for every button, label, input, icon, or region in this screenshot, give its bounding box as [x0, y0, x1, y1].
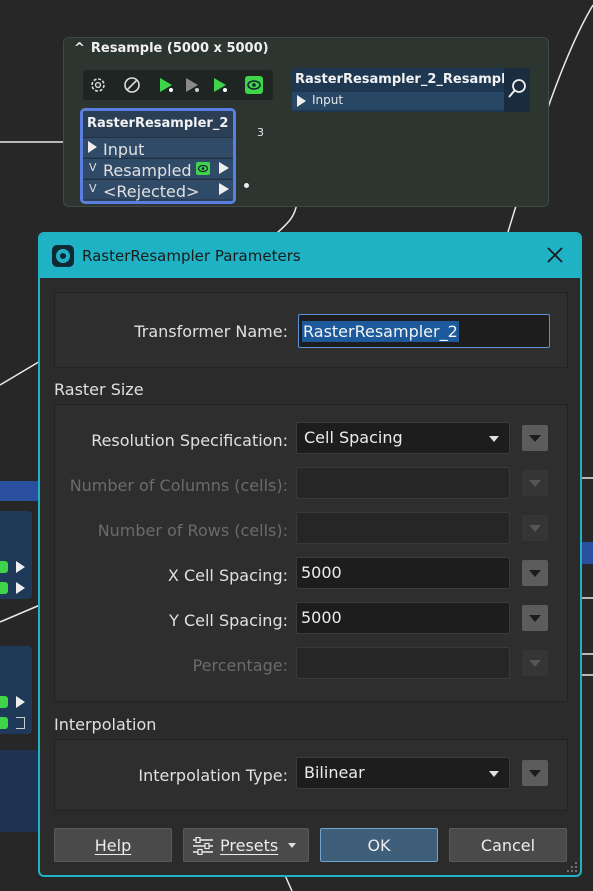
input-port-arrow-icon: [88, 141, 97, 153]
output-port-arrow-icon[interactable]: [219, 183, 229, 195]
interpolation-type-menu-button[interactable]: [522, 760, 548, 786]
chevron-down-icon: [529, 615, 541, 622]
collapse-chevron-icon[interactable]: ^: [74, 41, 85, 56]
resize-grip-icon[interactable]: [566, 861, 578, 873]
preview-eye-icon[interactable]: [0, 561, 8, 573]
close-icon[interactable]: [544, 244, 566, 266]
output-port-outline-icon[interactable]: [16, 717, 25, 729]
writer-rasterresampler-resampled[interactable]: RasterResampler_2_Resampled Input: [292, 68, 530, 112]
y-cell-spacing-input[interactable]: 5000: [296, 602, 510, 634]
rasterresampler-parameters-dialog: RasterResampler Parameters Transformer N…: [38, 232, 582, 877]
left-node-footer: [0, 750, 40, 832]
magnifier-icon: [508, 79, 526, 98]
num-rows-menu-button[interactable]: [522, 515, 548, 541]
interpolation-type-label: Interpolation Type:: [138, 766, 288, 785]
preview-eye-icon[interactable]: [0, 696, 8, 708]
output-port-icon[interactable]: [16, 582, 25, 594]
preview-eye-icon[interactable]: [196, 162, 210, 175]
cancel-button[interactable]: Cancel: [449, 828, 567, 862]
percentage-label: Percentage:: [192, 656, 288, 675]
run-between-icon[interactable]: [211, 76, 229, 94]
help-button[interactable]: Help: [54, 828, 172, 862]
output-port-arrow-icon[interactable]: [219, 162, 229, 174]
ok-button[interactable]: OK: [320, 828, 438, 862]
run-from-this-icon[interactable]: [183, 76, 201, 94]
chevron-down-icon: [529, 525, 541, 532]
feature-count-label[interactable]: 3: [257, 126, 264, 139]
y-cell-spacing-label: Y Cell Spacing:: [169, 611, 288, 630]
transformer-name-input[interactable]: RasterResampler_2: [298, 314, 550, 348]
dropdown-arrow-icon: [489, 771, 499, 777]
output-port-icon[interactable]: [16, 696, 25, 708]
left-node-2[interactable]: [0, 646, 32, 734]
output-port-rejected[interactable]: V <Rejected>: [83, 179, 233, 201]
dropdown-arrow-icon: [288, 843, 296, 848]
input-port[interactable]: Input: [83, 137, 233, 159]
resolution-spec-select[interactable]: Cell Spacing: [296, 422, 510, 454]
resolution-spec-menu-button[interactable]: [522, 425, 548, 451]
preview-eye-icon[interactable]: [0, 582, 8, 594]
writer-input-port[interactable]: Input: [292, 92, 504, 110]
transformer-toolbar: [83, 70, 273, 100]
y-cell-spacing-menu-button[interactable]: [522, 605, 548, 631]
num-columns-menu-button[interactable]: [522, 470, 548, 496]
transformer-name-label: Transformer Name:: [134, 322, 288, 341]
transformer-name-value: RasterResampler_2: [302, 321, 459, 342]
preview-eye-icon[interactable]: [0, 717, 8, 729]
connection-end-dot: [244, 183, 249, 188]
percentage-menu-button[interactable]: [522, 650, 548, 676]
dialog-title-bar[interactable]: RasterResampler Parameters: [40, 234, 580, 278]
presets-button[interactable]: Presets: [183, 828, 309, 862]
bookmark-resample[interactable]: ^ Resample (5000 x 5000) RasterResampler_…: [63, 37, 549, 207]
chevron-down-icon: [529, 435, 541, 442]
preview-eye-icon[interactable]: [245, 76, 263, 94]
expand-chevron-icon[interactable]: V: [89, 182, 97, 195]
chevron-down-icon: [529, 570, 541, 577]
dialog-title: RasterResampler Parameters: [82, 247, 301, 265]
chevron-down-icon: [529, 660, 541, 667]
raster-size-section-title: Raster Size: [54, 380, 144, 399]
output-port-icon[interactable]: [16, 561, 25, 573]
x-cell-spacing-label: X Cell Spacing:: [167, 566, 288, 585]
resolution-spec-label: Resolution Specification:: [91, 431, 288, 450]
sliders-icon: [193, 837, 213, 855]
transformer-rasterresampler[interactable]: RasterResampler_2 Input V Resampled V <R…: [80, 108, 236, 204]
run-to-this-icon[interactable]: [157, 76, 175, 94]
expand-chevron-icon[interactable]: V: [89, 161, 97, 174]
writer-title: RasterResampler_2_Resampled: [295, 72, 524, 87]
num-columns-label: Number of Columns (cells):: [69, 476, 288, 495]
chevron-down-icon: [529, 480, 541, 487]
bookmark-title[interactable]: ^ Resample (5000 x 5000): [74, 41, 269, 56]
input-port-arrow-icon: [297, 95, 306, 107]
x-cell-spacing-input[interactable]: 5000: [296, 557, 510, 589]
disable-icon[interactable]: [123, 76, 141, 94]
fme-app-icon: [52, 245, 74, 267]
left-node-header: [0, 481, 40, 501]
num-rows-label: Number of Rows (cells):: [97, 521, 288, 540]
gear-icon[interactable]: [89, 76, 107, 94]
inspect-output-button[interactable]: [504, 68, 530, 112]
num-columns-input[interactable]: [296, 467, 510, 499]
percentage-input[interactable]: [296, 647, 510, 679]
dropdown-arrow-icon: [489, 436, 499, 442]
transformer-title: RasterResampler_2: [87, 116, 229, 131]
output-port-resampled[interactable]: V Resampled: [83, 158, 233, 180]
interpolation-section-title: Interpolation: [54, 715, 157, 734]
left-node-1[interactable]: [0, 511, 32, 599]
chevron-down-icon: [529, 770, 541, 777]
interpolation-type-select[interactable]: Bilinear: [296, 757, 510, 789]
num-rows-input[interactable]: [296, 512, 510, 544]
x-cell-spacing-menu-button[interactable]: [522, 560, 548, 586]
